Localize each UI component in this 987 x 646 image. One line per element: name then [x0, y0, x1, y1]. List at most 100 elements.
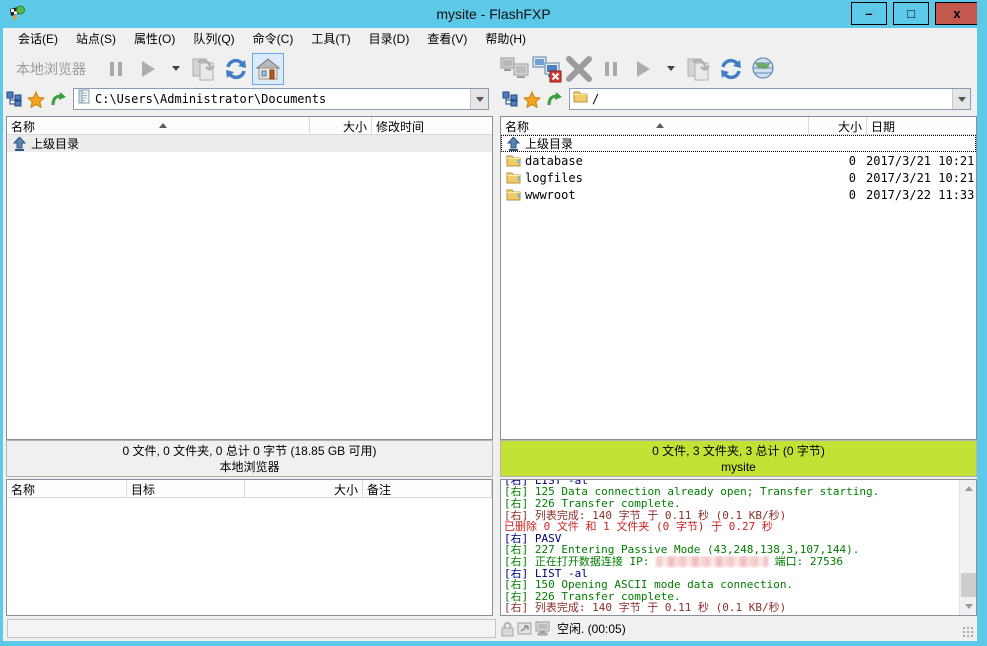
- refresh-icon[interactable]: [220, 53, 252, 85]
- refresh-icon[interactable]: [715, 53, 747, 85]
- toolbar-row: 本地浏览器: [3, 49, 977, 88]
- remote-rows: 上级目录database02017/3/21 10:21logfiles0201…: [501, 135, 976, 203]
- local-path-combobox[interactable]: C:\Users\Administrator\Documents: [73, 88, 489, 110]
- pause-icon[interactable]: [595, 53, 627, 85]
- maximize-button[interactable]: □: [893, 2, 929, 25]
- local-status-line1: 0 文件, 0 文件夹, 0 总计 0 字节 (18.85 GB 可用): [122, 443, 376, 459]
- column-header-size[interactable]: 大小: [809, 117, 867, 134]
- remote-toolbar: [499, 49, 977, 88]
- go-up-icon[interactable]: [543, 88, 565, 110]
- censored-ip-block: [656, 556, 768, 567]
- queue-column-size[interactable]: 大小: [245, 480, 363, 497]
- title-bar[interactable]: mysite - FlashFXP – □ x: [0, 0, 987, 28]
- menu-item-site[interactable]: 站点(S): [67, 28, 125, 49]
- resize-grip-icon[interactable]: [962, 626, 975, 639]
- play-icon[interactable]: [627, 53, 659, 85]
- window-transfer-icon: [517, 622, 533, 636]
- local-toolbar: 本地浏览器: [3, 49, 495, 88]
- play-icon[interactable]: [132, 53, 164, 85]
- site-tree-icon[interactable]: [499, 88, 521, 110]
- queue-column-target[interactable]: 目标: [127, 480, 245, 497]
- cell-fname: logfiles: [525, 171, 808, 185]
- pause-icon[interactable]: [100, 53, 132, 85]
- statusbar-left-panel: [7, 619, 496, 638]
- menu-item-view[interactable]: 查看(V): [418, 28, 476, 49]
- local-file-list: 名称 大小 修改时间 上级目录: [6, 116, 493, 440]
- favorites-star-icon[interactable]: [521, 88, 543, 110]
- file-row-wwwroot[interactable]: wwwroot02017/3/22 11:33: [501, 186, 976, 203]
- globe-icon[interactable]: [747, 53, 779, 85]
- log-line: [右] 150 Opening ASCII mode data connecti…: [504, 579, 956, 591]
- close-button[interactable]: x: [935, 2, 979, 25]
- menu-item-help[interactable]: 帮助(H): [476, 28, 535, 49]
- cell-fname: 上级目录: [525, 135, 808, 152]
- log-scrollbar[interactable]: [959, 480, 976, 615]
- session-log-panel: [右] LIST -al[右] 125 Data connection alre…: [500, 479, 977, 616]
- idle-status-text: 空闲. (00:05): [557, 620, 626, 637]
- remote-status-line2: mysite: [721, 459, 756, 475]
- combo-dropdown-icon[interactable]: [952, 89, 970, 109]
- menu-item-directory[interactable]: 目录(D): [360, 28, 419, 49]
- menu-bar: 会话(E)站点(S)属性(O)队列(Q)命令(C)工具(T)目录(D)查看(V)…: [3, 28, 977, 49]
- column-header-modified[interactable]: 修改时间: [372, 117, 492, 134]
- log-line: [右] LIST -al: [504, 568, 956, 580]
- remote-status-line1: 0 文件, 3 文件夹, 3 总计 (0 字节): [652, 443, 825, 459]
- menu-item-commands[interactable]: 命令(C): [244, 28, 303, 49]
- cell-fdate: 2017/3/21 10:21: [866, 171, 976, 185]
- minimize-button[interactable]: –: [851, 2, 887, 25]
- queue-column-name[interactable]: 名称: [7, 480, 127, 497]
- log-lines: [右] LIST -al[右] 125 Data connection alre…: [504, 479, 956, 614]
- parent-directory-row[interactable]: 上级目录: [501, 135, 976, 152]
- cell-fname: 上级目录: [31, 135, 312, 152]
- remote-file-list: 名称 大小 日期 上级目录database02017/3/21 10:21log…: [500, 116, 977, 440]
- local-path-value[interactable]: C:\Users\Administrator\Documents: [95, 92, 470, 106]
- cell-fsize: 0: [808, 171, 866, 185]
- local-browser-label: 本地浏览器: [16, 59, 86, 79]
- log-line: [右] PASV: [504, 533, 956, 545]
- cell-fname: database: [525, 154, 808, 168]
- file-row-logfiles[interactable]: logfiles02017/3/21 10:21: [501, 169, 976, 186]
- local-list-header: 名称 大小 修改时间: [7, 117, 492, 135]
- disconnect-icon[interactable]: [531, 53, 563, 85]
- sort-ascending-icon: [159, 123, 167, 128]
- queue-header: 名称 目标 大小 备注: [7, 480, 492, 498]
- abort-icon[interactable]: [563, 53, 595, 85]
- document-icon: [77, 89, 91, 109]
- transfer-queue-icon[interactable]: [683, 53, 715, 85]
- remote-status-panel: 0 文件, 3 文件夹, 3 总计 (0 字节) mysite: [500, 440, 977, 477]
- site-tree-icon[interactable]: [3, 88, 25, 110]
- transfer-queue-icon[interactable]: [188, 53, 220, 85]
- local-status-line2: 本地浏览器: [219, 459, 279, 475]
- menu-item-session[interactable]: 会话(E): [9, 28, 67, 49]
- column-header-size[interactable]: 大小: [310, 117, 372, 134]
- remote-path-value[interactable]: /: [592, 92, 952, 106]
- log-line: 已删除 0 文件 和 1 文件夹 (0 字节) 于 0.27 秒: [504, 521, 956, 533]
- column-header-date[interactable]: 日期: [867, 117, 976, 134]
- connect-icon[interactable]: [499, 53, 531, 85]
- dropdown-icon[interactable]: [659, 53, 683, 85]
- home-icon[interactable]: [252, 53, 284, 85]
- log-line: [右] 227 Entering Passive Mode (43,248,13…: [504, 544, 956, 556]
- combo-dropdown-icon[interactable]: [470, 89, 488, 109]
- menu-item-queue[interactable]: 队列(Q): [184, 28, 243, 49]
- file-row-database[interactable]: database02017/3/21 10:21: [501, 152, 976, 169]
- remote-list-header: 名称 大小 日期: [501, 117, 976, 135]
- column-header-name[interactable]: 名称: [501, 117, 809, 134]
- menu-item-options[interactable]: 属性(O): [125, 28, 184, 49]
- log-line: [右] 列表完成: 140 字节 于 0.11 秒 (0.1 KB/秒): [504, 602, 956, 614]
- favorites-star-icon[interactable]: [25, 88, 47, 110]
- folder-icon: [573, 90, 588, 108]
- menu-item-tools[interactable]: 工具(T): [302, 28, 359, 49]
- queue-column-note[interactable]: 备注: [363, 480, 492, 497]
- dropdown-icon[interactable]: [164, 53, 188, 85]
- scroll-up-icon[interactable]: [960, 480, 977, 497]
- computer-icon: [535, 621, 553, 637]
- parent-directory-row[interactable]: 上级目录: [7, 135, 492, 152]
- scroll-down-icon[interactable]: [960, 598, 977, 615]
- remote-path-combobox[interactable]: /: [569, 88, 971, 110]
- scrollbar-thumb[interactable]: [961, 573, 976, 597]
- lock-icon: [500, 621, 515, 637]
- log-line: [右] 226 Transfer complete.: [504, 498, 956, 510]
- folder-icon: [505, 188, 521, 202]
- go-up-icon[interactable]: [47, 88, 69, 110]
